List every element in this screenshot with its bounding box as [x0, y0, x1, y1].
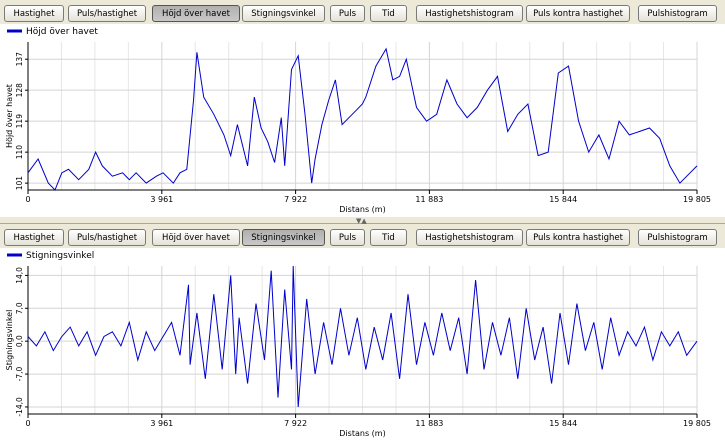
tab-pulse[interactable]: Puls [330, 5, 365, 22]
top-toolbar: Hastighet Puls/hastighet Höjd över havet… [0, 0, 725, 24]
x-tick-label: 0 [25, 419, 30, 428]
x-tick-label: 3 961 [150, 195, 173, 204]
y-tick-label: 101 [15, 176, 24, 191]
x-tick-label: 0 [25, 195, 30, 204]
x-tick-label: 19 805 [683, 195, 711, 204]
x-tick-label: 3 961 [150, 419, 173, 428]
bottom-toolbar: Hastighet Puls/hastighet Höjd över havet… [0, 224, 725, 248]
altitude-chart-svg: Höjd över havet 0 3 961 7 922 11 883 15 844 19… [5, 27, 711, 214]
tab-speed-histogram[interactable]: Hastighetshistogram [416, 229, 523, 246]
tab-pulse-histogram[interactable]: Pulshistogram [638, 5, 717, 22]
incline-chart: Stigningsvinkel 0 3 961 7 922 11 883 15 844 19… [0, 248, 725, 440]
tab-incline[interactable]: Stigningsvinkel [242, 5, 325, 22]
tab-speed[interactable]: Hastighet [4, 5, 64, 22]
incline-chart-svg: Stigningsvinkel 0 3 961 7 922 11 883 15 844 19… [5, 251, 711, 438]
y-tick-label: 128 [15, 83, 24, 98]
tab-speed[interactable]: Hastighet [4, 229, 64, 246]
tab-pulse-vs-speed[interactable]: Puls kontra hastighet [526, 229, 630, 246]
x-tick-label: 11 883 [415, 195, 443, 204]
tab-altitude[interactable]: Höjd över havet [152, 5, 240, 22]
x-tick-label: 7 922 [284, 419, 307, 428]
x-tick-label: 11 883 [415, 419, 443, 428]
y-tick-label: 119 [15, 114, 24, 129]
incline-panel: Hastighet Puls/hastighet Höjd över havet… [0, 224, 725, 440]
x-tick-label: 19 805 [683, 419, 711, 428]
tab-altitude[interactable]: Höjd över havet [152, 229, 240, 246]
tab-pulse-vs-speed[interactable]: Puls kontra hastighet [526, 5, 630, 22]
y-tick-label: 137 [15, 52, 24, 67]
panel-splitter[interactable]: ▼▲ [0, 216, 725, 225]
x-axis-label: Distans (m) [339, 429, 385, 438]
x-tick-label: 7 922 [284, 195, 307, 204]
y-axis-label: Stigningsvinkel [5, 310, 14, 371]
legend-label: Stigningsvinkel [26, 251, 94, 261]
y-tick-label: 110 [15, 145, 24, 160]
y-axis-label: Höjd över havet [5, 84, 14, 148]
tab-speed-histogram[interactable]: Hastighetshistogram [416, 5, 523, 22]
x-tick-label: 15 844 [549, 419, 577, 428]
tab-time[interactable]: Tid [370, 229, 407, 246]
y-tick-label: 14,0 [15, 267, 24, 284]
x-tick-label: 15 844 [549, 195, 577, 204]
tab-pulse-speed[interactable]: Puls/hastighet [68, 5, 146, 22]
y-tick-label: -14,0 [15, 397, 24, 417]
altitude-panel: Hastighet Puls/hastighet Höjd över havet… [0, 0, 725, 216]
altitude-chart: Höjd över havet 0 3 961 7 922 11 883 15 844 19… [0, 24, 725, 216]
tab-time[interactable]: Tid [370, 5, 407, 22]
tab-pulse-speed[interactable]: Puls/hastighet [68, 229, 146, 246]
tab-pulse[interactable]: Puls [330, 229, 365, 246]
tab-pulse-histogram[interactable]: Pulshistogram [638, 229, 717, 246]
x-axis-label: Distans (m) [339, 205, 385, 214]
tab-incline[interactable]: Stigningsvinkel [242, 229, 325, 246]
y-tick-label: -7,0 [15, 367, 24, 382]
y-tick-label: 0,0 [15, 335, 24, 347]
y-tick-label: 7,0 [15, 302, 24, 314]
legend-label: Höjd över havet [26, 27, 98, 37]
